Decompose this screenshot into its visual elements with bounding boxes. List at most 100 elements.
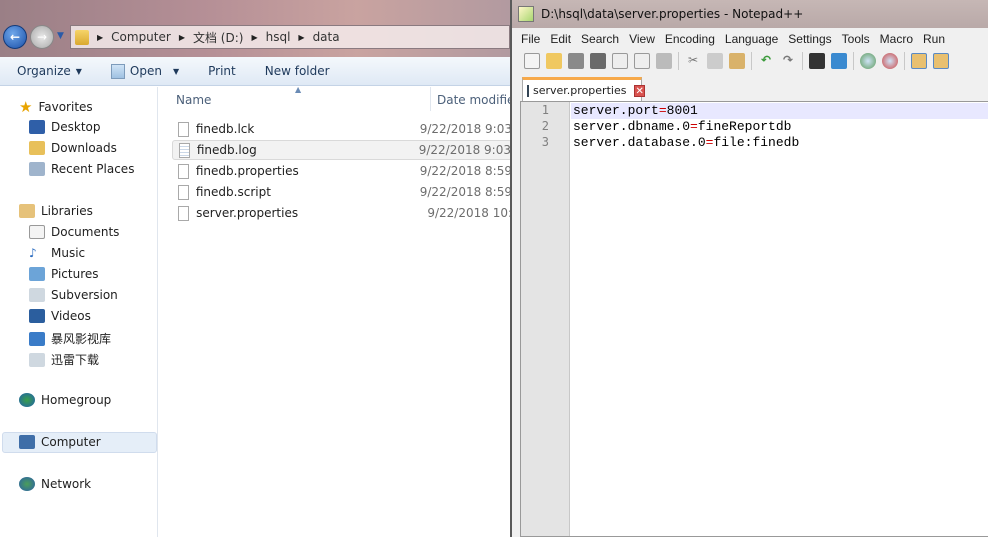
- menu-tools[interactable]: Tools: [837, 32, 875, 46]
- menu-macro[interactable]: Macro: [875, 32, 918, 46]
- tab-server-properties[interactable]: server.properties ✕: [522, 77, 645, 101]
- column-divider[interactable]: [430, 87, 431, 111]
- back-button[interactable]: ←: [3, 25, 27, 49]
- zoom-in-icon[interactable]: [860, 53, 876, 69]
- menu-search[interactable]: Search: [576, 32, 624, 46]
- file-icon: [178, 121, 189, 137]
- replace-icon[interactable]: [831, 53, 847, 69]
- nav-network[interactable]: Network: [19, 477, 91, 491]
- nav-label: Recent Places: [51, 162, 135, 176]
- file-date: 9/22/2018 9:03: [419, 122, 510, 136]
- open-file-icon[interactable]: [546, 53, 562, 69]
- nav-computer[interactable]: Computer: [19, 435, 101, 449]
- menu-encoding[interactable]: Encoding: [660, 32, 720, 46]
- paste-icon[interactable]: [729, 53, 745, 69]
- file-icon: [178, 184, 189, 200]
- address-bar[interactable]: ▶ Computer ▶ 文档 (D:) ▶ hsql ▶ data: [70, 25, 510, 49]
- organize-label: Organize: [17, 64, 71, 78]
- close-all-icon[interactable]: [634, 53, 650, 69]
- file-row[interactable]: finedb.lck 9/22/2018 9:03: [172, 119, 510, 139]
- sync-vertical-icon[interactable]: [911, 53, 927, 69]
- print-button[interactable]: Print: [208, 64, 236, 78]
- copy-icon[interactable]: [707, 53, 723, 69]
- zoom-out-icon[interactable]: [882, 53, 898, 69]
- nav-pictures[interactable]: Pictures: [29, 267, 99, 281]
- breadcrumb-computer[interactable]: Computer: [111, 30, 171, 44]
- equals-sign: =: [690, 119, 698, 134]
- file-icon: [178, 205, 190, 221]
- chevron-right-icon: ▶: [97, 32, 104, 42]
- nav-documents[interactable]: Documents: [29, 225, 119, 239]
- libraries-icon: [19, 204, 35, 218]
- open-button[interactable]: Open ▼: [110, 63, 179, 79]
- file-date: 9/22/2018 10:: [427, 206, 510, 220]
- menu-settings[interactable]: Settings: [783, 32, 836, 46]
- column-header-date-modified[interactable]: Date modified: [437, 93, 510, 107]
- file-row[interactable]: finedb.script 9/22/2018 8:59: [172, 182, 510, 202]
- cut-icon[interactable]: ✂: [685, 53, 701, 69]
- new-file-icon[interactable]: [524, 53, 540, 69]
- print-icon[interactable]: [656, 53, 672, 69]
- nav-videos[interactable]: Videos: [29, 309, 91, 323]
- file-date: 9/22/2018 8:59: [419, 185, 510, 199]
- property-value: file:finedb: [713, 135, 800, 150]
- sync-horizontal-icon[interactable]: [933, 53, 949, 69]
- property-key: server.port: [573, 103, 659, 118]
- menu-language[interactable]: Language: [720, 32, 783, 46]
- music-icon: ♪: [29, 246, 37, 260]
- toolbar-divider: [678, 52, 679, 70]
- organize-button[interactable]: Organize ▼: [17, 64, 82, 78]
- nav-subversion[interactable]: Subversion: [29, 288, 118, 302]
- file-row-selected[interactable]: finedb.log 9/22/2018 9:03: [172, 140, 510, 160]
- file-row[interactable]: server.properties 9/22/2018 10:: [172, 203, 510, 223]
- nav-label: Computer: [41, 435, 101, 449]
- recent-places-icon: [29, 162, 45, 176]
- save-all-icon[interactable]: [590, 53, 606, 69]
- file-name: finedb.log: [196, 143, 257, 157]
- nav-label: Desktop: [51, 120, 101, 134]
- close-file-icon[interactable]: [612, 53, 628, 69]
- breadcrumb-drive[interactable]: 文档 (D:): [193, 29, 243, 46]
- undo-icon[interactable]: ↶: [758, 53, 774, 69]
- nav-xunlei[interactable]: 迅雷下载: [29, 351, 99, 368]
- breadcrumb-hsql[interactable]: hsql: [266, 30, 291, 44]
- recent-pages-dropdown[interactable]: ▼: [57, 31, 64, 41]
- line-number: 3: [541, 135, 549, 149]
- nav-label: 迅雷下载: [51, 353, 100, 367]
- nav-label: Favorites: [38, 100, 93, 114]
- subversion-icon: [29, 288, 45, 302]
- new-folder-button[interactable]: New folder: [265, 64, 330, 78]
- computer-icon: [19, 435, 35, 449]
- save-icon[interactable]: [568, 53, 584, 69]
- chevron-right-icon: ▶: [298, 32, 305, 42]
- menu-file[interactable]: File: [516, 32, 545, 46]
- code-line[interactable]: server.database.0=file:finedb: [573, 135, 799, 151]
- editor[interactable]: 1 2 3 server.port=8001 server.dbname.0=f…: [520, 101, 988, 537]
- find-icon[interactable]: [809, 53, 825, 69]
- nav-recent-places[interactable]: Recent Places: [29, 162, 134, 176]
- nav-downloads[interactable]: Downloads: [29, 141, 117, 155]
- nav-baofeng[interactable]: 暴风影视库: [29, 330, 111, 347]
- file-icon: [178, 163, 189, 179]
- file-row[interactable]: finedb.properties 9/22/2018 8:59: [172, 161, 510, 181]
- nav-desktop[interactable]: Desktop: [29, 120, 101, 134]
- library-icon: [29, 331, 45, 346]
- nav-libraries[interactable]: Libraries: [19, 204, 93, 218]
- menu-view[interactable]: View: [624, 32, 660, 46]
- downloads-icon: [29, 141, 45, 155]
- nav-label: 暴风影视库: [51, 332, 112, 346]
- forward-button[interactable]: →: [30, 25, 54, 49]
- nav-music[interactable]: ♪ Music: [29, 246, 85, 260]
- code-line[interactable]: server.dbname.0=fineReportdb: [573, 119, 791, 135]
- property-value: fineReportdb: [697, 119, 792, 134]
- nav-favorites[interactable]: ★ Favorites: [19, 98, 93, 116]
- menu-run[interactable]: Run: [918, 32, 950, 46]
- print-label: Print: [208, 64, 236, 78]
- close-tab-icon[interactable]: ✕: [634, 84, 645, 97]
- code-line[interactable]: server.port=8001: [573, 103, 698, 119]
- column-header-name[interactable]: Name: [176, 93, 211, 107]
- redo-icon[interactable]: ↷: [780, 53, 796, 69]
- nav-homegroup[interactable]: Homegroup: [19, 393, 111, 407]
- breadcrumb-data[interactable]: data: [313, 30, 340, 44]
- menu-edit[interactable]: Edit: [545, 32, 576, 46]
